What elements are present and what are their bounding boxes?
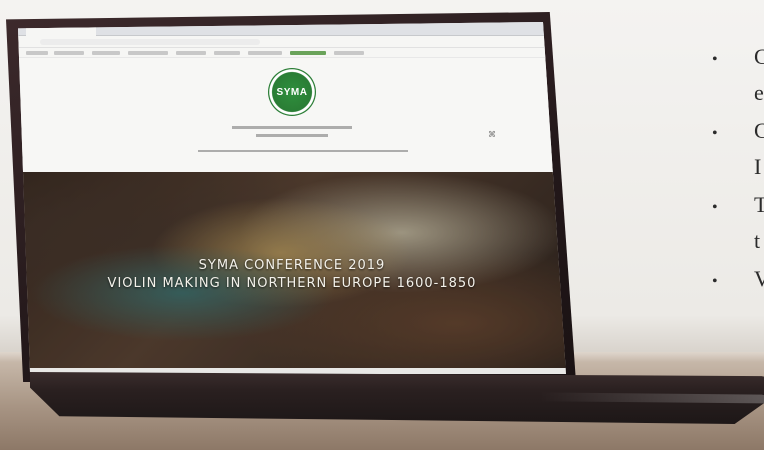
side-bullet-list: • C e • C I • T t • V xyxy=(702,42,764,302)
bullet-text: e xyxy=(754,82,764,104)
bookmark-item[interactable] xyxy=(54,51,84,55)
bullet-marker: • xyxy=(712,51,718,68)
bullet-marker: • xyxy=(712,273,718,290)
laptop-screen: SYMA ⌘ SYMA CONFERENCE 2019 VIOLIN MAKIN… xyxy=(18,22,566,374)
bookmark-item[interactable] xyxy=(128,51,168,55)
site-logo[interactable]: SYMA xyxy=(268,68,316,116)
bookmarks-bar xyxy=(18,48,566,58)
header-text-line xyxy=(256,134,328,137)
bookmark-item[interactable] xyxy=(214,51,240,55)
bookmark-item[interactable] xyxy=(290,51,326,55)
bookmark-item[interactable] xyxy=(248,51,282,55)
bullet-marker: • xyxy=(712,125,718,142)
hero-banner: SYMA CONFERENCE 2019 VIOLIN MAKING IN NO… xyxy=(18,172,566,374)
social-icons[interactable]: ⌘ xyxy=(488,130,496,139)
bullet-text: t xyxy=(754,230,761,252)
bookmark-item[interactable] xyxy=(334,51,364,55)
bullet-text: V xyxy=(754,268,764,290)
logo-text: SYMA xyxy=(276,86,308,98)
bullet-text: I xyxy=(754,156,762,178)
bullet-marker: • xyxy=(712,199,718,216)
bullet-text: C xyxy=(754,120,764,142)
browser-address-bar xyxy=(18,36,566,48)
bullet-text: C xyxy=(754,46,764,68)
hero-overlay xyxy=(18,172,566,374)
bookmark-item[interactable] xyxy=(92,51,120,55)
header-text-line xyxy=(232,126,352,129)
nav-menu-line[interactable] xyxy=(198,150,408,152)
bullet-text: T xyxy=(754,194,764,216)
hero-title-line-2: VIOLIN MAKING IN NORTHERN EUROPE 1600-18… xyxy=(107,276,477,291)
bookmark-item[interactable] xyxy=(176,51,206,55)
laptop: SYMA ⌘ SYMA CONFERENCE 2019 VIOLIN MAKIN… xyxy=(0,0,764,450)
url-field[interactable] xyxy=(40,39,260,45)
bookmark-item[interactable] xyxy=(26,51,48,55)
hero-title-line-1: SYMA CONFERENCE 2019 xyxy=(198,258,386,273)
